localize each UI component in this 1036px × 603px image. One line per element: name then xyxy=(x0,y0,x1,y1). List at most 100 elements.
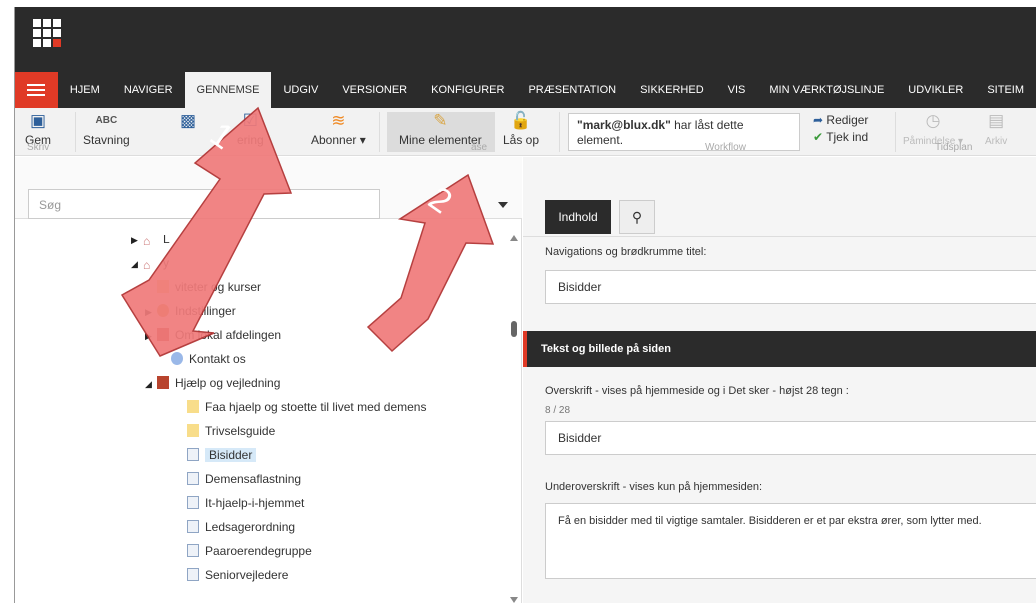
doc-icon xyxy=(187,448,199,461)
unlock-button[interactable]: 🔓 Lås op xyxy=(503,112,539,148)
tab-gennemse[interactable]: GENNEMSE xyxy=(184,72,272,108)
tree-item[interactable]: Kontakt os xyxy=(159,349,246,369)
tab-udvikler[interactable]: UDVIKLER xyxy=(896,72,975,108)
preview-button[interactable]: ▩ xyxy=(180,112,196,133)
tree-item-label: It-hjaelp-i-hjemmet xyxy=(205,496,305,510)
heading-label: Overskrift - vises på hjemmeside og i De… xyxy=(545,385,849,397)
rss-icon: ≋ xyxy=(331,111,346,130)
tab-naviger[interactable]: NAVIGER xyxy=(112,72,185,108)
edit-icon: ➦ xyxy=(813,113,824,127)
tree-item[interactable]: viteter og kurser xyxy=(145,277,261,297)
yfolder-icon xyxy=(157,280,169,293)
tree-item[interactable]: ▶ ⌂ L xyxy=(131,235,170,249)
tree-item[interactable]: It-hjaelp-i-hjemmet xyxy=(175,493,304,513)
tab-hjem[interactable]: HJEM xyxy=(58,72,112,108)
expand-arrow-icon[interactable]: ▶ xyxy=(131,235,143,250)
tree-scrollbar[interactable] xyxy=(510,235,520,603)
chevron-down-icon[interactable] xyxy=(498,202,508,208)
tab-udgiv[interactable]: UDGIV xyxy=(271,72,330,108)
app-logo-icon[interactable] xyxy=(33,19,61,47)
home-icon: ⌂ xyxy=(143,235,151,248)
tree-item-label: Paaroerendegruppe xyxy=(205,544,312,558)
tree-item-label: L xyxy=(163,235,170,246)
section-header[interactable]: Tekst og billede på siden xyxy=(523,331,1036,367)
tab-min-vaerktojslinje[interactable]: MIN VÆRKTØJSLINJE xyxy=(757,72,896,108)
yfolder-icon xyxy=(187,400,199,413)
group-label-write: Skriv xyxy=(27,142,50,153)
scroll-up-icon[interactable] xyxy=(510,235,518,241)
alarm-clock-icon: ◷ xyxy=(925,111,941,130)
checkin-button[interactable]: ✔ Tjek ind xyxy=(813,130,868,144)
preview-icon: ▩ xyxy=(180,111,197,130)
gear-icon xyxy=(157,304,169,317)
subheading-label: Underoverskrift - vises kun på hjemmesid… xyxy=(545,481,763,493)
ribbon-tabs: HJEM NAVIGER GENNEMSE UDGIV VERSIONER KO… xyxy=(15,72,1036,108)
tree-item[interactable]: ◢ Hjælp og vejledning xyxy=(145,373,280,393)
tree-item[interactable]: ▶ Om lokal afdelingen xyxy=(145,325,281,345)
archive-icon: ▤ xyxy=(988,111,1005,130)
heading-char-counter: 8 / 28 xyxy=(545,405,571,416)
tree-item-label: Trivselsguide xyxy=(205,424,276,438)
subheading-textarea[interactable]: Få en bisidder med til vigtige samtaler.… xyxy=(545,503,1036,579)
tree-item-label: Seniorvejledere xyxy=(205,568,289,582)
expand-arrow-icon[interactable]: ▶ xyxy=(145,326,157,346)
tree-item-label: Om lokal afdelingen xyxy=(175,328,282,342)
scroll-thumb[interactable] xyxy=(511,321,517,337)
tree-item-label: Bisidder xyxy=(205,448,257,462)
nav-title-field[interactable]: Bisidder xyxy=(545,270,1036,304)
edit-button[interactable]: ➦ Rediger xyxy=(813,113,868,127)
search-icon[interactable]: ⚲ xyxy=(619,200,655,234)
floppy-disk-icon: ▣ xyxy=(29,111,47,130)
editor-panel: Indhold ⚲ Navigations og brødkrumme tite… xyxy=(523,157,1036,603)
book-icon xyxy=(157,376,169,389)
tab-konfigurer[interactable]: KONFIGURER xyxy=(419,72,516,108)
chat-icon xyxy=(171,352,183,365)
group-label-workflow: Workflow xyxy=(705,142,746,153)
tree-item-label: viteter og kurser xyxy=(175,280,262,294)
checkmark-icon: ✔ xyxy=(813,130,824,144)
hamburger-menu-icon[interactable] xyxy=(15,72,58,108)
tree-item[interactable]: Ledsagerordning xyxy=(175,517,295,537)
tree-item-label: Faa hjaelp og stoette til livet med deme… xyxy=(205,400,427,414)
expand-arrow-icon[interactable]: ▶ xyxy=(145,302,157,322)
content-tree-panel: Søg ▶ ⌂ L ◢ ⌂ y viteter og kurser ▶ Indstillinge… xyxy=(15,157,522,603)
tree-item[interactable]: Demensaflastning xyxy=(175,469,301,489)
my-items-button[interactable]: ✎ Mine elementer xyxy=(399,111,482,148)
tree-item[interactable]: Seniorvejledere xyxy=(175,565,288,585)
lock-status-message: "mark@blux.dk" har låst dette element. xyxy=(568,113,800,151)
doc-icon xyxy=(187,544,199,557)
expand-arrow-icon[interactable]: ◢ xyxy=(145,374,157,394)
tab-vis[interactable]: VIS xyxy=(716,72,758,108)
subscribe-button[interactable]: ≋ Abonner ▾ xyxy=(311,111,366,148)
tree-item-label: Hjælp og vejledning xyxy=(175,376,281,390)
tree-item[interactable]: Bisidder xyxy=(175,445,257,465)
markup-button[interactable]: ☑ ering xyxy=(237,112,264,148)
my-items-icon: ✎ xyxy=(433,111,448,130)
group-label-lock: åse xyxy=(471,142,488,153)
tree-item[interactable]: ◢ ⌂ y xyxy=(131,253,169,273)
archive-button[interactable]: ▤ Arkiv xyxy=(985,111,1007,148)
tree-search-input[interactable]: Søg xyxy=(28,189,380,219)
spelling-button[interactable]: ABC Stavning xyxy=(83,112,130,147)
tab-sikkerhed[interactable]: SIKKERHED xyxy=(628,72,716,108)
tree-item[interactable]: Faa hjaelp og stoette til livet med deme… xyxy=(175,397,426,417)
tree-item-label: y xyxy=(163,256,169,270)
tab-siteim[interactable]: SITEIM xyxy=(975,72,1036,108)
tree-item[interactable]: Trivselsguide xyxy=(175,421,275,441)
scroll-down-icon[interactable] xyxy=(510,597,518,603)
nav-title-label: Navigations og brødkrumme titel: xyxy=(545,246,707,258)
tree-item-label: Ledsagerordning xyxy=(205,520,296,534)
doc-icon xyxy=(187,472,199,485)
tree-item[interactable]: ▶ Indstillinger xyxy=(145,301,236,321)
heading-field[interactable]: Bisidder xyxy=(545,421,1036,455)
tab-praesentation[interactable]: PRÆSENTATION xyxy=(516,72,628,108)
app-window: HJEM NAVIGER GENNEMSE UDGIV VERSIONER KO… xyxy=(14,7,1036,603)
tree-item[interactable]: Paaroerendegruppe xyxy=(175,541,312,561)
expand-arrow-icon[interactable]: ◢ xyxy=(131,254,143,274)
book-icon xyxy=(157,328,169,341)
tab-versioner[interactable]: VERSIONER xyxy=(330,72,419,108)
tree-item-label: Kontakt os xyxy=(189,352,246,366)
tab-content[interactable]: Indhold xyxy=(545,200,611,234)
group-label-schedule: Tidsplan xyxy=(935,142,973,153)
doc-icon xyxy=(187,520,199,533)
